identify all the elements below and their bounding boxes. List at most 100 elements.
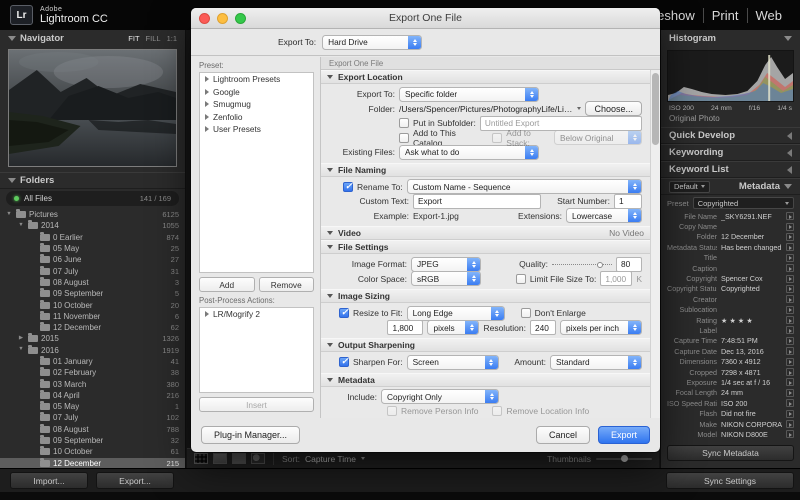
cancel-button[interactable]: Cancel: [535, 426, 590, 444]
folder-row[interactable]: 12 December 215: [0, 457, 185, 468]
remove-preset-button[interactable]: Remove: [258, 277, 314, 292]
metadata-include-dropdown[interactable]: Copyright Only: [381, 389, 499, 405]
navigator-preview[interactable]: [8, 49, 177, 167]
metadata-field-value[interactable]: ★ ★ ★ ★: [721, 316, 782, 325]
metadata-field-value[interactable]: Spencer Cox: [721, 274, 782, 283]
metadata-action-icon[interactable]: [786, 357, 794, 366]
folder-row[interactable]: 0 Earlier 874: [0, 231, 185, 243]
module-link[interactable]: Print: [702, 7, 747, 23]
folder-row[interactable]: 05 May 25: [0, 243, 185, 254]
color-space-dropdown[interactable]: sRGB: [411, 271, 481, 287]
choose-folder-button[interactable]: Choose...: [585, 101, 642, 117]
folder-row[interactable]: 07 July 102: [0, 412, 185, 423]
folder-twisty-icon[interactable]: ▶: [17, 336, 25, 342]
rename-checkbox[interactable]: [343, 181, 353, 192]
navigator-header[interactable]: Navigator FIT FILL 1:1: [0, 30, 185, 47]
stack-position-dropdown[interactable]: Below Original: [554, 130, 642, 146]
subfolder-name-input[interactable]: [479, 115, 642, 131]
metadata-action-icon[interactable]: [786, 409, 794, 418]
metadata-field-value[interactable]: NIKON CORPORATION: [721, 420, 782, 429]
remove-location-checkbox[interactable]: [492, 406, 503, 417]
metadata-action-icon[interactable]: [786, 243, 794, 252]
preset-twisty-icon[interactable]: [205, 88, 209, 95]
size-unit-dropdown[interactable]: pixels: [427, 320, 480, 336]
metadata-field-value[interactable]: Did not fire: [721, 409, 782, 418]
preset-twisty-icon[interactable]: [205, 76, 209, 83]
minimize-button[interactable]: [217, 13, 228, 24]
metadata-view-dropdown[interactable]: Default: [669, 180, 710, 193]
metadata-field-value[interactable]: _SKY6291.NEF: [721, 212, 782, 221]
metadata-field-value[interactable]: NIKON D800E: [721, 430, 782, 439]
quality-value-input[interactable]: [616, 256, 642, 272]
folder-row[interactable]: ▼ 2016 1919: [0, 344, 185, 356]
export-destination-dropdown[interactable]: Hard Drive: [322, 34, 423, 50]
metadata-action-icon[interactable]: [786, 253, 794, 262]
folder-twisty-icon[interactable]: ▼: [5, 211, 13, 218]
survey-view-icon[interactable]: [251, 453, 265, 464]
remove-person-checkbox[interactable]: [387, 406, 397, 417]
metadata-field-value[interactable]: 1/4 sec at f / 16: [721, 378, 782, 387]
panel-header[interactable]: Keywording: [661, 144, 800, 161]
post-process-twisty-icon[interactable]: [205, 311, 209, 318]
specific-folder-dropdown[interactable]: Specific folder: [399, 86, 539, 102]
folder-row[interactable]: 12 December 62: [0, 322, 185, 333]
folder-row[interactable]: 11 November 6: [0, 310, 185, 322]
histogram-header[interactable]: Histogram: [661, 30, 800, 47]
add-preset-button[interactable]: Add: [199, 277, 255, 292]
folder-row[interactable]: ▼ Pictures 6125: [0, 209, 185, 220]
folder-row[interactable]: 02 February 38: [0, 367, 185, 378]
metadata-action-icon[interactable]: [786, 316, 794, 325]
scrollbar-thumb[interactable]: [652, 73, 659, 145]
metadata-preset-dropdown[interactable]: Copyrighted: [692, 197, 794, 209]
image-format-dropdown[interactable]: JPEG: [411, 256, 481, 272]
preset-twisty-icon[interactable]: [205, 126, 209, 133]
metadata-field-value[interactable]: Dec 13, 2016: [721, 347, 782, 356]
resize-to-fit-checkbox[interactable]: [339, 307, 349, 319]
folder-twisty-icon[interactable]: ▼: [17, 347, 25, 353]
folder-row[interactable]: 09 September 5: [0, 288, 185, 299]
zoom-option[interactable]: FILL: [146, 34, 161, 43]
metadata-action-icon[interactable]: [786, 430, 794, 439]
import-button[interactable]: Import...: [10, 472, 88, 489]
metadata-action-icon[interactable]: [786, 274, 794, 283]
image-sizing-header[interactable]: Image Sizing: [321, 289, 650, 303]
metadata-field-value[interactable]: 7298 x 4871: [721, 368, 782, 377]
zoom-option[interactable]: FIT: [128, 34, 139, 43]
metadata-action-icon[interactable]: [786, 378, 794, 387]
folder-row[interactable]: 04 April 216: [0, 389, 185, 401]
folder-row[interactable]: ▶ 2015 1326: [0, 333, 185, 344]
custom-text-input[interactable]: [413, 193, 541, 209]
close-button[interactable]: [199, 13, 210, 24]
preset-item[interactable]: Smugmug: [200, 98, 313, 111]
metadata-field-value[interactable]: 24 mm: [721, 388, 782, 397]
resolution-input[interactable]: [530, 320, 556, 336]
file-settings-header[interactable]: File Settings: [321, 240, 650, 254]
metadata-action-icon[interactable]: [786, 212, 794, 221]
panel-header[interactable]: Keyword List: [661, 161, 800, 178]
limit-file-size-checkbox[interactable]: [515, 273, 526, 284]
metadata-action-icon[interactable]: [786, 399, 794, 408]
dont-enlarge-checkbox[interactable]: [520, 308, 531, 319]
folders-header[interactable]: Folders: [0, 172, 185, 189]
extensions-dropdown[interactable]: Lowercase: [566, 208, 642, 224]
folder-row[interactable]: 09 September 32: [0, 435, 185, 446]
metadata-action-icon[interactable]: [786, 326, 794, 335]
video-header[interactable]: Video No Video: [321, 226, 650, 240]
sync-settings-button[interactable]: Sync Settings: [666, 472, 794, 489]
metadata-action-icon[interactable]: [786, 305, 794, 314]
export-location-header[interactable]: Export Location: [321, 70, 650, 84]
metadata-field-value[interactable]: 7:48:51 PM: [721, 336, 782, 345]
folder-row[interactable]: 03 March 380: [0, 378, 185, 389]
histogram-chart[interactable]: [667, 50, 794, 102]
metadata-action-icon[interactable]: [786, 388, 794, 397]
dialog-export-button[interactable]: Export: [597, 426, 650, 444]
dialog-scrollbar[interactable]: [650, 70, 660, 418]
sharpen-target-dropdown[interactable]: Screen: [406, 354, 499, 370]
sharpen-for-checkbox[interactable]: [339, 356, 349, 368]
sort-value-dropdown[interactable]: Capture Time: [305, 454, 356, 464]
insert-button[interactable]: Insert: [199, 397, 314, 412]
sharpen-amount-dropdown[interactable]: Standard: [550, 354, 642, 370]
metadata-field-value[interactable]: Has been changed: [721, 243, 782, 252]
add-to-catalog-checkbox[interactable]: [399, 132, 409, 143]
output-sharpening-header[interactable]: Output Sharpening: [321, 338, 650, 352]
